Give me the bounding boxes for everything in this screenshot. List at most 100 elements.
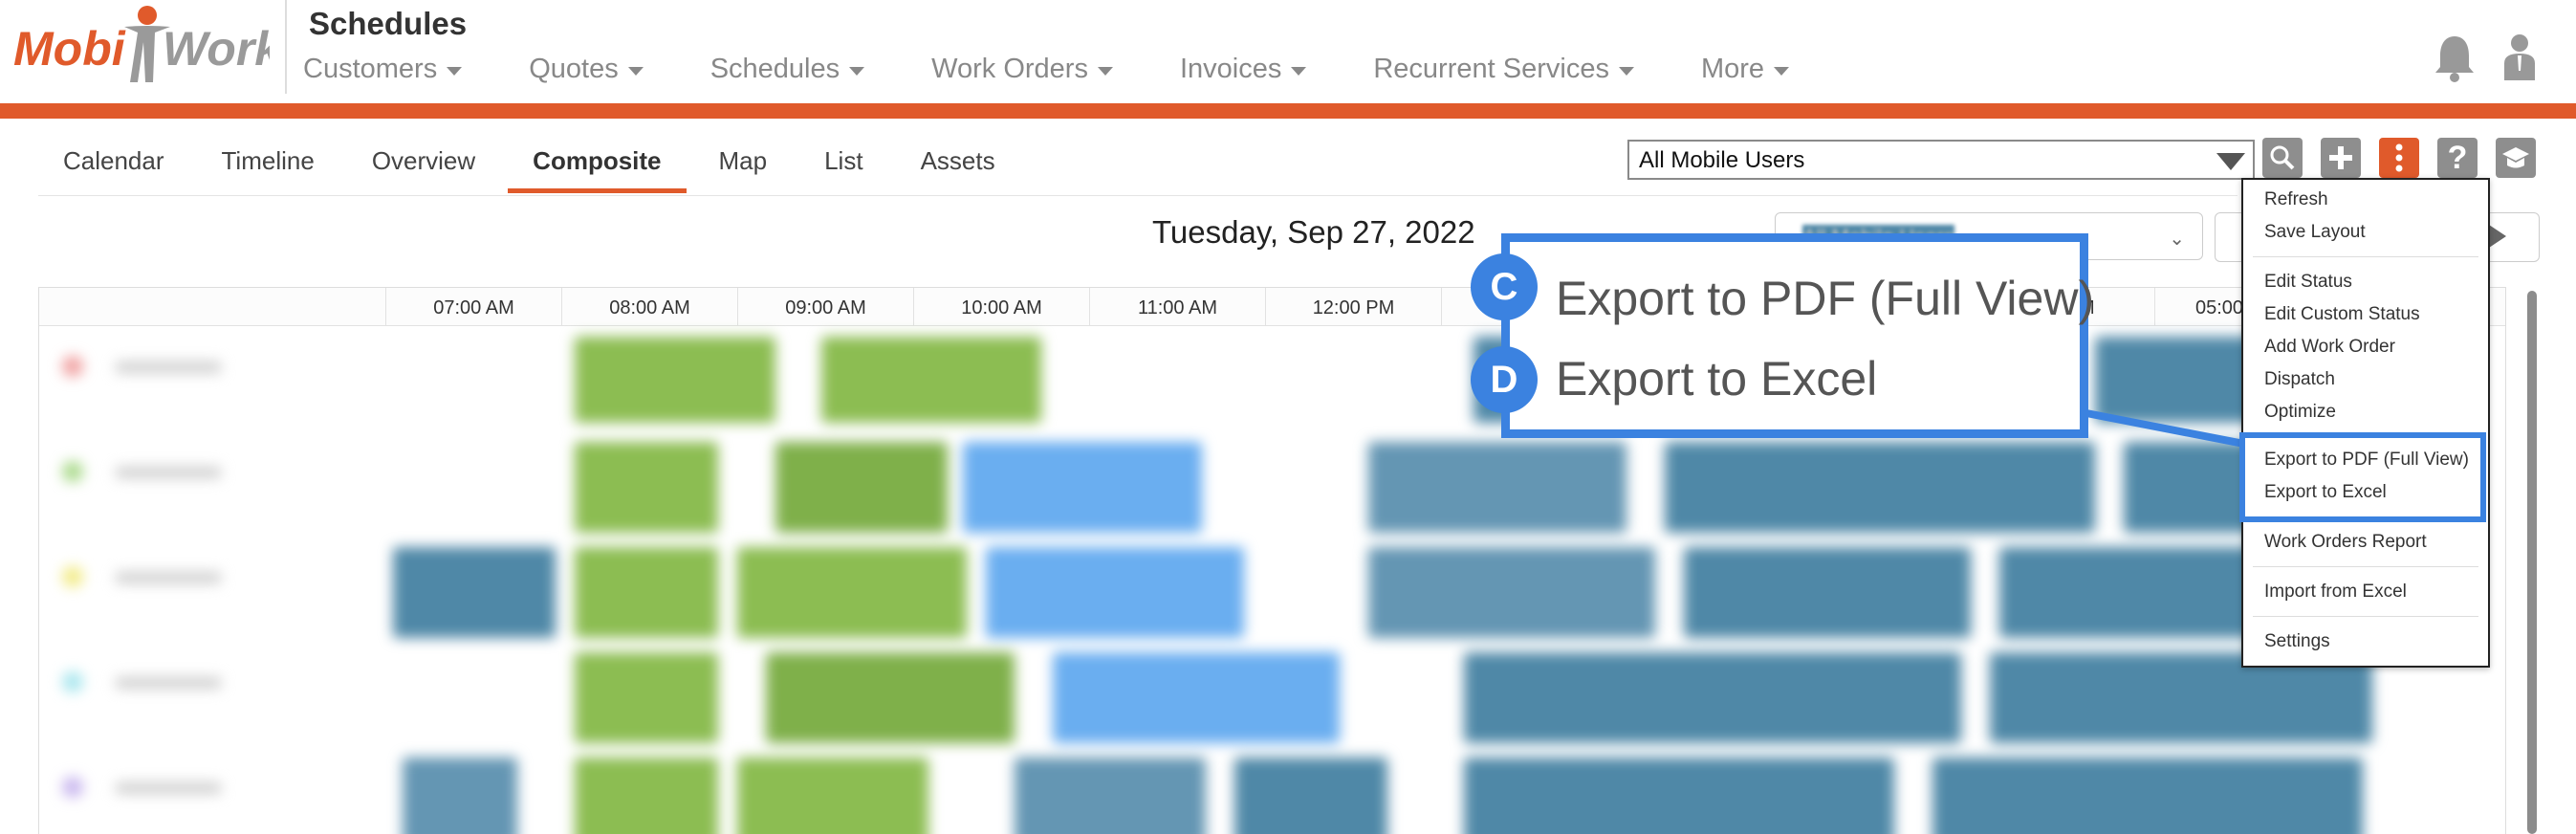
main-nav: Customers Quotes Schedules Work Orders I… [303,54,1856,85]
mobile-user-select[interactable]: All Mobile Users [1627,140,2255,180]
view-tabs: Calendar Timeline Overview Composite Map… [38,140,1028,193]
mobiwork-logo[interactable]: Mobi Work [11,4,270,84]
schedule-block [393,547,556,638]
schedule-block [775,442,948,533]
schedule-block [1015,757,1206,834]
schedule-block [575,652,718,743]
search-button[interactable] [2262,138,2303,178]
schedule-block [766,652,1015,743]
nav-label: Quotes [529,54,619,84]
add-button[interactable] [2321,138,2361,178]
zoom-export-excel-label: Export to Excel [1556,352,1878,406]
nav-schedules[interactable]: Schedules [709,54,865,85]
tab-map[interactable]: Map [694,140,793,193]
schedule-block [1234,757,1387,834]
page-title: Schedules [309,6,468,41]
time-slot: 08:00 AM [561,288,737,326]
callout-badge-d: D [1471,346,1538,413]
zoom-export-pdf-label: Export to PDF (Full View) [1556,272,2095,325]
tab-assets[interactable]: Assets [896,140,1020,193]
nav-customers[interactable]: Customers [303,54,463,85]
menu-item-add-work-order[interactable]: Add Work Order [2264,337,2395,358]
time-header: 07:00 AM 08:00 AM 09:00 AM 10:00 AM 11:0… [39,288,2506,326]
app-header: Mobi Work Schedules Customers Quotes Sch… [0,0,2576,103]
user-color-dot [62,671,83,692]
nav-more[interactable]: More [1701,54,1790,85]
menu-item-work-orders-report[interactable]: Work Orders Report [2264,532,2427,553]
user-color-dot [62,777,83,798]
nav-work-orders[interactable]: Work Orders [931,54,1113,85]
svg-text:Work: Work [163,22,270,76]
schedule-block [821,337,1041,423]
graduation-cap-icon [2502,147,2529,168]
nav-invoices[interactable]: Invoices [1179,54,1307,85]
menu-divider [2253,616,2478,617]
dropdown-arrow-icon [2216,153,2245,170]
menu-item-settings[interactable]: Settings [2264,631,2330,652]
mobile-user-select-value: All Mobile Users [1639,147,1805,173]
menu-item-refresh[interactable]: Refresh [2264,189,2328,210]
tab-overview[interactable]: Overview [347,140,500,193]
header-accent-bar [0,103,2576,119]
user-icon[interactable] [2500,33,2539,82]
schedule-timeline: 07:00 AM 08:00 AM 09:00 AM 10:00 AM 11:0… [38,287,2506,834]
caret-down-icon [627,67,644,76]
tab-composite[interactable]: Composite [508,140,687,193]
bell-icon[interactable] [2433,33,2477,82]
time-slot: 11:00 AM [1089,288,1265,326]
user-name-blurred [116,362,221,373]
nav-quotes[interactable]: Quotes [529,54,644,85]
next-arrow-icon[interactable] [2489,225,2506,248]
caret-down-icon [1618,67,1634,76]
user-name-blurred [116,572,221,583]
schedule-block [1684,547,1971,638]
nav-label: Work Orders [931,54,1088,84]
tab-list[interactable]: List [799,140,887,193]
menu-item-import-excel[interactable]: Import from Excel [2264,582,2407,603]
callout-badge-c: C [1471,253,1538,320]
caret-down-icon [447,67,463,76]
user-name-blurred [116,467,221,478]
tab-timeline[interactable]: Timeline [197,140,339,193]
svg-text:Mobi: Mobi [13,22,126,76]
user-name-blurred [116,677,221,689]
schedule-block [575,442,718,533]
menu-item-edit-status[interactable]: Edit Status [2264,272,2352,293]
vertical-scrollbar[interactable] [2527,291,2537,834]
more-options-menu: Refresh Save Layout Edit Status Edit Cus… [2241,178,2490,668]
schedule-block [986,547,1244,638]
help-button[interactable]: ? [2437,138,2478,178]
menu-item-dispatch[interactable]: Dispatch [2264,369,2335,390]
schedule-block [1464,757,1894,834]
training-button[interactable] [2496,138,2536,178]
schedule-block [1464,652,1961,743]
menu-item-save-layout[interactable]: Save Layout [2264,222,2366,243]
blurred-schedule-blocks [39,327,2506,834]
schedule-block [963,442,1202,533]
schedule-date: Tuesday, Sep 27, 2022 [1152,214,1475,250]
export-options-highlight [2239,432,2486,522]
schedule-block [1368,442,1626,533]
schedule-block [1368,547,1655,638]
plus-icon [2329,146,2352,169]
schedule-block [737,547,967,638]
menu-item-optimize[interactable]: Optimize [2264,402,2336,423]
user-name-blurred [116,782,221,794]
caret-down-icon [1097,67,1113,76]
search-icon [2270,145,2295,170]
menu-divider [2253,256,2478,257]
zoom-callout: Export to PDF (Full View) Export to Exce… [1501,233,2094,438]
user-color-dot [62,461,83,482]
nav-label: Invoices [1179,54,1282,84]
schedule-block [575,337,775,423]
caret-down-icon [1291,67,1307,76]
nav-label: Customers [303,54,438,84]
more-options-button[interactable] [2379,138,2419,178]
tab-calendar[interactable]: Calendar [38,140,189,193]
menu-item-edit-custom-status[interactable]: Edit Custom Status [2264,304,2420,325]
nav-recurrent-services[interactable]: Recurrent Services [1373,54,1634,85]
timeline-right-border [2505,287,2506,834]
time-slot: 10:00 AM [913,288,1089,326]
time-slot: 07:00 AM [385,288,561,326]
nav-label: Schedules [709,54,840,84]
